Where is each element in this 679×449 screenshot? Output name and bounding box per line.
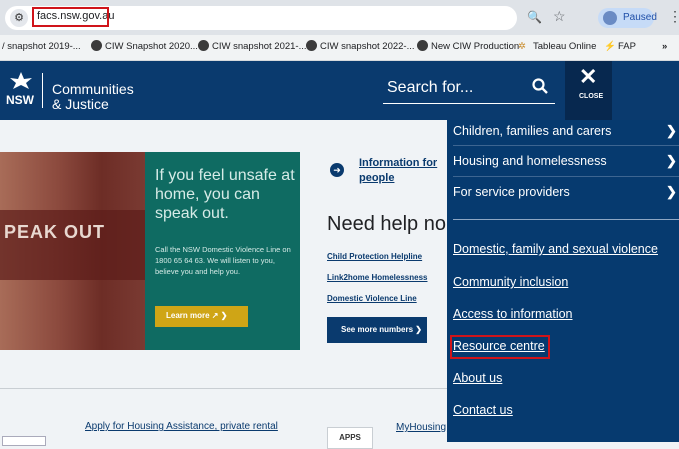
tableau-icon: ✲	[518, 41, 526, 52]
see-more-numbers-label[interactable]: See more numbers ❯	[341, 325, 422, 334]
help-link-child-protection[interactable]: Child Protection Helpline	[327, 252, 422, 261]
bookmark-favicon-icon	[306, 40, 317, 51]
menu-link-domestic-violence[interactable]: Domestic, family and sexual violence	[453, 242, 658, 256]
site-info-icon[interactable]: ⚙	[10, 9, 28, 27]
brand-name-line2: & Justice	[52, 96, 109, 112]
bookmark-item[interactable]: CIW snapshot 2022-...	[320, 41, 415, 52]
close-icon[interactable]: ✕	[579, 64, 597, 90]
menu-separator	[453, 176, 679, 177]
menu-link-contact-us[interactable]: Contact us	[453, 403, 513, 417]
hero-body: Call the NSW Domestic Violence Line on 1…	[155, 245, 291, 276]
brand-name-line1: Communities	[52, 81, 134, 97]
bookmark-item[interactable]: Tableau Online	[533, 41, 596, 52]
menu-separator	[453, 145, 679, 146]
zoom-icon[interactable]: 🔍	[527, 10, 542, 24]
search-input[interactable]: Search for...	[387, 79, 473, 97]
menu-item-housing[interactable]: Housing and homelessness	[453, 154, 607, 168]
chevron-right-icon[interactable]: ❯	[666, 184, 677, 200]
hero-image-lips	[0, 210, 145, 280]
profile-status: Paused	[623, 12, 657, 23]
bookmark-star-icon[interactable]: ☆	[553, 8, 566, 25]
information-link[interactable]: Information for people	[359, 156, 449, 186]
url-highlight-box	[32, 7, 109, 27]
menu-item-children-families[interactable]: Children, families and carers	[453, 124, 611, 138]
learn-more-label[interactable]: Learn more ↗ ❯	[166, 311, 227, 320]
search-underline	[383, 103, 555, 104]
arrow-circle-icon[interactable]: ➜	[330, 163, 344, 177]
menu-link-access-information[interactable]: Access to information	[453, 307, 573, 321]
menu-link-about-us[interactable]: About us	[453, 371, 502, 385]
fap-icon: ⚡	[604, 41, 616, 52]
bookmark-favicon-icon	[198, 40, 209, 51]
bookmark-item[interactable]: FAP	[618, 41, 636, 52]
waratah-icon	[10, 72, 32, 89]
menu-link-community-inclusion[interactable]: Community inclusion	[453, 275, 568, 289]
more-menu-icon[interactable]: ⋮	[668, 8, 679, 25]
apps-badge: APPS	[327, 427, 373, 449]
partial-button[interactable]	[2, 436, 46, 446]
search-icon[interactable]	[532, 78, 548, 94]
myhousing-link[interactable]: MyHousing	[396, 422, 446, 433]
menu-item-service-providers[interactable]: For service providers	[453, 185, 570, 199]
avatar	[603, 11, 617, 25]
bookmarks-overflow-button[interactable]: »	[662, 41, 667, 52]
help-link-dv-line[interactable]: Domestic Violence Line	[327, 294, 417, 303]
close-label[interactable]: CLOSE	[579, 93, 603, 100]
chevron-right-icon[interactable]: ❯	[666, 153, 677, 169]
logo-text: NSW	[6, 93, 34, 107]
bookmark-favicon-icon	[91, 40, 102, 51]
hero-heading: If you feel unsafe at home, you can spea…	[155, 167, 295, 222]
chevron-right-icon[interactable]: ❯	[666, 123, 677, 139]
apply-housing-link[interactable]: Apply for Housing Assistance, private re…	[85, 421, 278, 432]
bookmark-item[interactable]: CIW Snapshot 2020...	[105, 41, 198, 52]
resource-centre-highlight-box	[450, 335, 550, 359]
nsw-logo[interactable]: NSW	[6, 70, 36, 112]
bookmark-item[interactable]: New CIW Production	[431, 41, 519, 52]
section-divider	[0, 388, 447, 389]
menu-section-divider	[453, 219, 679, 220]
bookmark-favicon-icon	[417, 40, 428, 51]
logo-divider	[42, 73, 43, 108]
hero-image-text: PEAK OUT	[4, 222, 106, 242]
bookmark-item[interactable]: CIW snapshot 2021-...	[212, 41, 307, 52]
bookmark-item[interactable]: / snapshot 2019-...	[2, 41, 81, 52]
need-help-heading: Need help no	[327, 213, 446, 235]
help-link-link2home[interactable]: Link2home Homelessness	[327, 273, 427, 282]
